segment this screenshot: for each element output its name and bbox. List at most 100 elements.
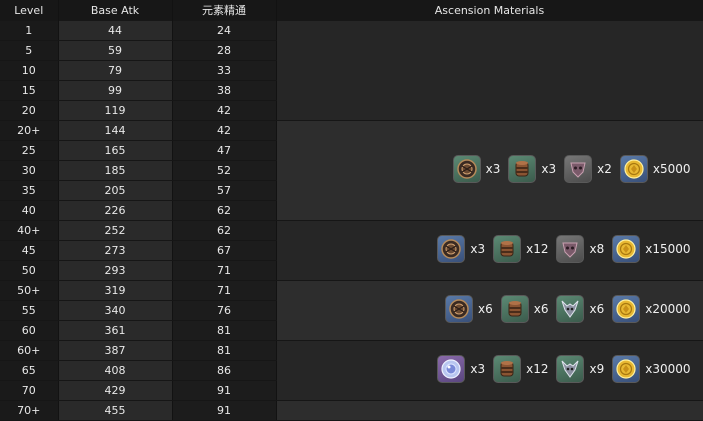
substat-cell: 62: [172, 220, 277, 241]
level-cell: 55: [0, 300, 59, 321]
level-cell: 1: [0, 21, 59, 41]
material-quantity: x12: [526, 361, 549, 376]
material-item[interactable]: x9: [556, 355, 604, 383]
material-item[interactable]: x5000: [619, 155, 691, 183]
material-item[interactable]: x6: [444, 295, 493, 323]
material-quantity: x6: [533, 301, 549, 316]
material-quantity: x30000: [645, 361, 691, 376]
header-base-atk: Base Atk: [58, 0, 173, 21]
base-atk-cell: 79: [58, 60, 173, 81]
mora-coin-icon[interactable]: [619, 155, 648, 183]
material-quantity: x3: [485, 161, 501, 176]
base-atk-cell: 293: [58, 260, 173, 281]
level-cell: 45: [0, 240, 59, 261]
header-ascension-materials: Ascension Materials: [276, 0, 703, 21]
material-quantity: x2: [597, 161, 612, 176]
weapon-stats-table: Level Base Atk 元素精通 Ascension Materials …: [0, 0, 703, 421]
crystal-orb-icon[interactable]: [437, 355, 466, 383]
ascension-materials-cell: x3 x12 x9 x30000: [276, 340, 703, 401]
header-level: Level: [0, 0, 59, 21]
chaos-gear-icon[interactable]: [452, 155, 481, 183]
level-cell: 20: [0, 100, 59, 121]
material-item[interactable]: x30000: [612, 355, 691, 383]
materials-list: x6 x6 x6 x20000: [437, 295, 691, 323]
material-item[interactable]: x12: [493, 355, 548, 383]
base-atk-cell: 319: [58, 280, 173, 301]
level-cell: 10: [0, 60, 59, 81]
substat-cell: 71: [172, 280, 277, 301]
level-cell: 60+: [0, 340, 59, 361]
substat-cell: 42: [172, 120, 277, 141]
material-item[interactable]: x6: [500, 295, 549, 323]
substat-cell: 38: [172, 80, 277, 101]
material-item[interactable]: x12: [493, 235, 548, 263]
table-header-row: Level Base Atk 元素精通 Ascension Materials: [0, 0, 703, 21]
table-row: 40+ 252 62 x3 x12 x8 x15000: [0, 220, 703, 281]
cylinder-icon[interactable]: [508, 155, 537, 183]
mask-icon[interactable]: [556, 235, 585, 263]
material-item[interactable]: x8: [556, 235, 604, 263]
mora-coin-icon[interactable]: [612, 235, 641, 263]
substat-cell: 47: [172, 140, 277, 161]
base-atk-cell: 455: [58, 400, 173, 421]
level-cell: 15: [0, 80, 59, 101]
horned-mask-icon[interactable]: [556, 295, 585, 323]
level-cell: 50+: [0, 280, 59, 301]
level-cell: 40+: [0, 220, 59, 241]
substat-cell: 76: [172, 300, 277, 321]
table-row: 70+ 455 91: [0, 400, 703, 421]
base-atk-cell: 226: [58, 200, 173, 221]
table-row: 60+ 387 81 x3 x12 x9 x30000: [0, 340, 703, 401]
material-item[interactable]: x2: [564, 155, 612, 183]
base-atk-cell: 44: [58, 21, 173, 41]
material-quantity: x15000: [645, 241, 691, 256]
cylinder-icon[interactable]: [493, 235, 522, 263]
ascension-materials-cell: [276, 21, 703, 121]
material-quantity: x5000: [652, 161, 691, 176]
mora-coin-icon[interactable]: [612, 295, 641, 323]
level-cell: 70: [0, 380, 59, 401]
substat-cell: 71: [172, 260, 277, 281]
substat-cell: 81: [172, 340, 277, 361]
cylinder-icon[interactable]: [500, 295, 529, 323]
material-quantity: x3: [470, 361, 486, 376]
table-row: 20+ 144 42 x3 x3 x2 x5000: [0, 120, 703, 221]
material-item[interactable]: x15000: [612, 235, 691, 263]
weapon-stats-table-container: Level Base Atk 元素精通 Ascension Materials …: [0, 0, 703, 421]
level-cell: 25: [0, 140, 59, 161]
chaos-gear-icon[interactable]: [444, 295, 473, 323]
cylinder-icon[interactable]: [493, 355, 522, 383]
level-cell: 35: [0, 180, 59, 201]
base-atk-cell: 340: [58, 300, 173, 321]
mora-coin-icon[interactable]: [612, 355, 641, 383]
substat-cell: 86: [172, 360, 277, 381]
level-cell: 65: [0, 360, 59, 381]
material-item[interactable]: x6: [556, 295, 604, 323]
base-atk-cell: 408: [58, 360, 173, 381]
material-item[interactable]: x3: [452, 155, 501, 183]
ascension-materials-cell: x6 x6 x6 x20000: [276, 280, 703, 341]
base-atk-cell: 387: [58, 340, 173, 361]
level-cell: 5: [0, 40, 59, 61]
material-item[interactable]: x3: [437, 355, 485, 383]
level-cell: 60: [0, 320, 59, 341]
horned-mask-icon[interactable]: [556, 355, 585, 383]
mask-icon[interactable]: [564, 155, 593, 183]
material-item[interactable]: x3: [508, 155, 556, 183]
substat-cell: 42: [172, 100, 277, 121]
materials-list: x3 x12 x9 x30000: [429, 355, 691, 383]
base-atk-cell: 273: [58, 240, 173, 261]
level-cell: 30: [0, 160, 59, 181]
material-quantity: x8: [589, 241, 605, 256]
base-atk-cell: 252: [58, 220, 173, 241]
material-quantity: x3: [470, 241, 486, 256]
ascension-materials-cell: [276, 400, 703, 421]
substat-cell: 62: [172, 200, 277, 221]
base-atk-cell: 429: [58, 380, 173, 401]
chaos-gear-icon[interactable]: [437, 235, 466, 263]
material-quantity: x6: [589, 301, 605, 316]
material-item[interactable]: x3: [437, 235, 485, 263]
substat-cell: 24: [172, 21, 277, 41]
material-item[interactable]: x20000: [612, 295, 691, 323]
base-atk-cell: 205: [58, 180, 173, 201]
